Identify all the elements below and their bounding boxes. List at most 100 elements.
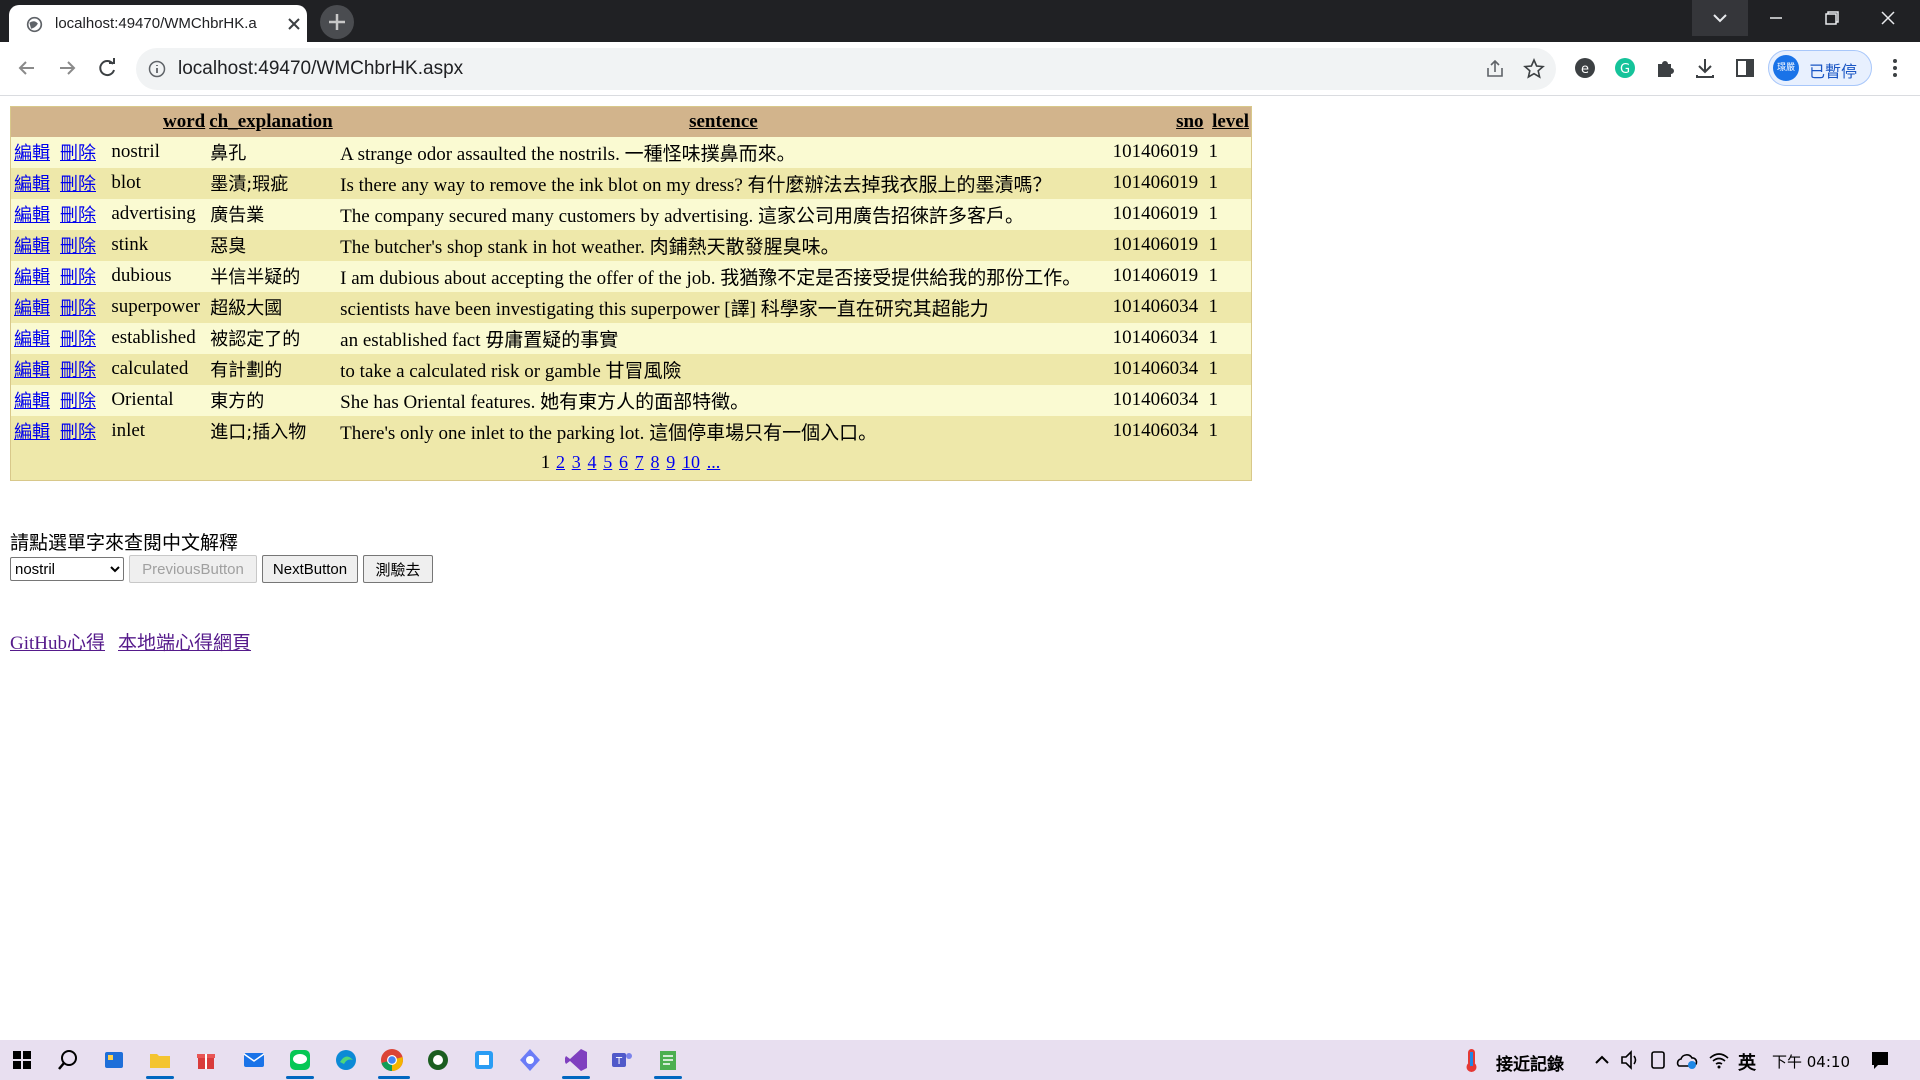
notepad-icon[interactable] xyxy=(654,1046,682,1074)
search-icon[interactable] xyxy=(54,1046,82,1074)
pager-link[interactable]: 10 xyxy=(682,452,700,472)
weather-status-text[interactable]: 接近記錄 xyxy=(1496,1050,1564,1075)
back-arrow-icon[interactable] xyxy=(14,55,40,81)
address-bar[interactable]: localhost:49470/WMChbrHK.aspx xyxy=(136,48,1556,90)
delete-link[interactable]: 刪除 xyxy=(60,360,96,381)
svg-text:T: T xyxy=(615,1056,623,1067)
edit-link[interactable]: 編輯 xyxy=(14,236,50,257)
widgets-icon[interactable] xyxy=(100,1046,128,1074)
pager-link[interactable]: 2 xyxy=(556,452,565,472)
notification-icon[interactable] xyxy=(1866,1046,1894,1074)
edit-link[interactable]: 編輯 xyxy=(14,422,50,443)
gift-icon[interactable] xyxy=(192,1046,220,1074)
pager-link[interactable]: 4 xyxy=(588,452,597,472)
edit-link[interactable]: 編輯 xyxy=(14,329,50,350)
side-panel-icon[interactable] xyxy=(1732,55,1758,81)
cell-sentence: A strange odor assaulted the nostrils. 一… xyxy=(337,136,1110,168)
speaker-icon[interactable] xyxy=(1616,1046,1644,1074)
windows-start-icon[interactable] xyxy=(8,1046,36,1074)
minimize-button[interactable] xyxy=(1748,0,1804,36)
tab-search-button[interactable] xyxy=(1692,0,1748,36)
edit-link[interactable]: 編輯 xyxy=(14,391,50,412)
pager-link[interactable]: 7 xyxy=(635,452,644,472)
pager-link[interactable]: 6 xyxy=(619,452,628,472)
reload-icon[interactable] xyxy=(94,55,120,81)
delete-link[interactable]: 刪除 xyxy=(60,143,96,164)
chrome-icon[interactable] xyxy=(378,1046,406,1074)
kebab-menu-icon[interactable] xyxy=(1882,55,1908,81)
photos-icon[interactable] xyxy=(470,1046,498,1074)
cloud-icon[interactable] xyxy=(1672,1046,1700,1074)
wifi-icon[interactable] xyxy=(1705,1046,1733,1074)
cell-sno: 101406034 xyxy=(1109,415,1206,447)
grammarly-icon[interactable]: G xyxy=(1612,55,1638,81)
new-tab-button[interactable] xyxy=(320,5,354,39)
row-actions: 編輯 刪除 xyxy=(10,136,109,168)
forward-arrow-icon[interactable] xyxy=(54,55,80,81)
file-explorer-icon[interactable] xyxy=(146,1046,174,1074)
header-word[interactable]: word xyxy=(108,106,208,137)
vpn-icon[interactable] xyxy=(424,1046,452,1074)
row-actions: 編輯 刪除 xyxy=(10,260,109,292)
visual-studio-icon[interactable] xyxy=(562,1046,590,1074)
previous-button[interactable]: PreviousButton xyxy=(129,555,257,583)
delete-link[interactable]: 刪除 xyxy=(60,205,96,226)
row-actions: 編輯 刪除 xyxy=(10,198,109,230)
share-icon[interactable] xyxy=(1484,58,1506,80)
delete-link[interactable]: 刪除 xyxy=(60,391,96,412)
quiz-button[interactable]: 測驗去 xyxy=(363,555,433,583)
chevron-up-icon[interactable] xyxy=(1588,1046,1616,1074)
header-level[interactable]: level xyxy=(1205,106,1252,137)
edit-link[interactable]: 編輯 xyxy=(14,267,50,288)
profile-button[interactable]: 璟嚴 已暫停 xyxy=(1768,50,1872,86)
word-dropdown[interactable]: nostril xyxy=(10,557,124,581)
pager-link[interactable]: 8 xyxy=(651,452,660,472)
delete-link[interactable]: 刪除 xyxy=(60,298,96,319)
pager-link[interactable]: 5 xyxy=(603,452,612,472)
device-icon[interactable] xyxy=(1644,1046,1672,1074)
edge-icon[interactable] xyxy=(332,1046,360,1074)
cell-word: Oriental xyxy=(108,384,208,416)
cell-sno: 101406019 xyxy=(1109,229,1206,261)
local-notes-link[interactable]: 本地端心得網頁 xyxy=(118,628,251,655)
next-button[interactable]: NextButton xyxy=(262,555,358,583)
browser-tab[interactable]: localhost:49470/WMChbrHK.a xyxy=(9,5,307,42)
header-ch-explanation[interactable]: ch_explanation xyxy=(207,106,338,137)
restore-button[interactable] xyxy=(1804,0,1860,36)
table-row: 編輯 刪除 stink 惡臭 The butcher's shop stank in h… xyxy=(10,229,1252,261)
delete-link[interactable]: 刪除 xyxy=(60,267,96,288)
window-close-button[interactable] xyxy=(1860,0,1916,36)
puzzle-icon[interactable] xyxy=(1652,55,1678,81)
delete-link[interactable]: 刪除 xyxy=(60,329,96,350)
thermometer-icon[interactable] xyxy=(1458,1046,1486,1074)
delete-link[interactable]: 刪除 xyxy=(60,422,96,443)
pager-more-link[interactable]: ... xyxy=(707,452,721,472)
header-sentence[interactable]: sentence xyxy=(337,106,1110,137)
delete-link[interactable]: 刪除 xyxy=(60,236,96,257)
github-notes-link[interactable]: GitHub心得 xyxy=(10,628,105,655)
edit-link[interactable]: 編輯 xyxy=(14,174,50,195)
edit-link[interactable]: 編輯 xyxy=(14,360,50,381)
cell-ch-explanation: 被認定了的 xyxy=(207,322,338,354)
line-app-icon[interactable] xyxy=(286,1046,314,1074)
running-indicator xyxy=(146,1076,174,1079)
extension-e-icon[interactable]: e xyxy=(1572,55,1598,81)
pager-link[interactable]: 9 xyxy=(666,452,675,472)
row-actions: 編輯 刪除 xyxy=(10,353,109,385)
copilot-icon[interactable] xyxy=(516,1046,544,1074)
edit-link[interactable]: 編輯 xyxy=(14,298,50,319)
teams-icon[interactable]: T xyxy=(608,1046,636,1074)
edit-link[interactable]: 編輯 xyxy=(14,205,50,226)
star-icon[interactable] xyxy=(1523,58,1545,80)
table-row: 編輯 刪除 blot 墨漬;瑕疵 Is there any way to remove … xyxy=(10,167,1252,199)
download-icon[interactable] xyxy=(1692,55,1718,81)
ime-indicator[interactable]: 英 xyxy=(1738,1049,1756,1075)
header-sno[interactable]: sno xyxy=(1109,106,1206,137)
taskbar-clock[interactable]: 下午 04:10 xyxy=(1772,1051,1850,1072)
edit-link[interactable]: 編輯 xyxy=(14,143,50,164)
pager-link[interactable]: 3 xyxy=(572,452,581,472)
close-icon[interactable] xyxy=(285,15,303,33)
delete-link[interactable]: 刪除 xyxy=(60,174,96,195)
mail-icon[interactable] xyxy=(240,1046,268,1074)
info-icon[interactable] xyxy=(148,60,166,78)
